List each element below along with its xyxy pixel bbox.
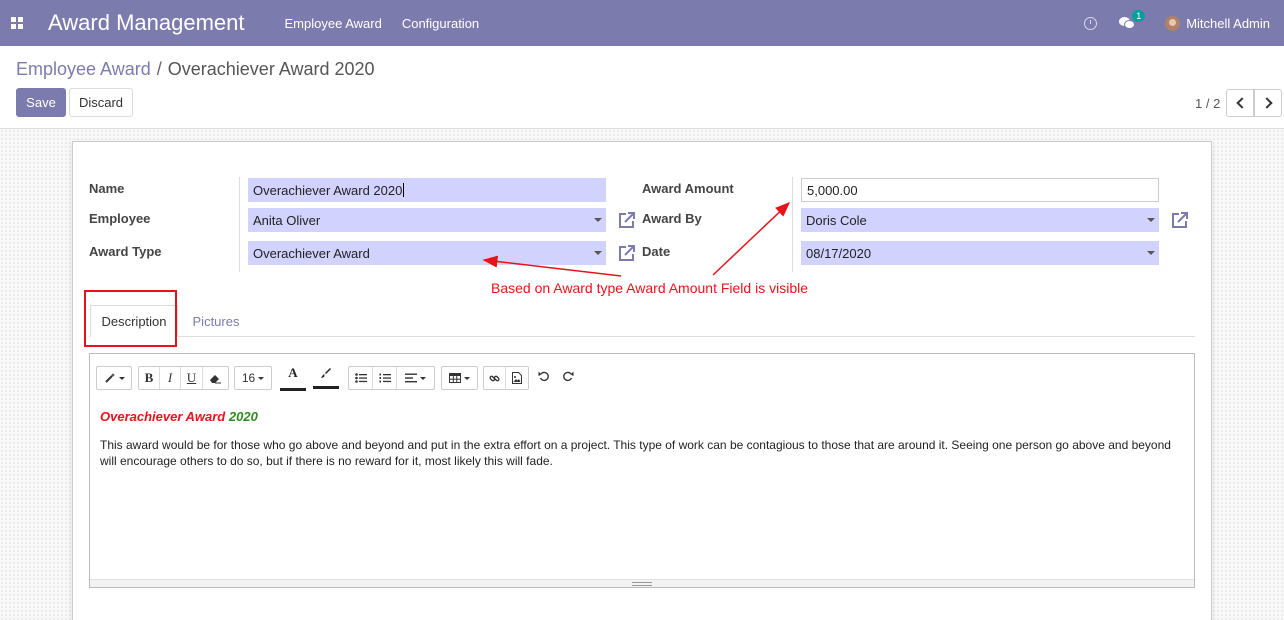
tab-pictures[interactable]: Pictures — [180, 305, 252, 337]
name-input[interactable]: Overachiever Award 2020 — [248, 178, 606, 202]
caret-down-icon — [258, 376, 265, 380]
italic-button[interactable]: I — [160, 367, 181, 389]
label-separator — [792, 177, 793, 272]
award-by-label: Award By — [642, 211, 702, 226]
font-color-button[interactable]: A — [280, 362, 306, 394]
date-picker[interactable]: 08/17/2020 — [801, 241, 1159, 265]
highlight-box — [84, 290, 177, 347]
award-by-select[interactable]: Doris Cole — [801, 208, 1159, 232]
discard-button[interactable]: Discard — [69, 88, 133, 117]
activity-clock-icon[interactable] — [1084, 16, 1098, 30]
link-icon — [489, 375, 500, 381]
font-style-group: B I U — [138, 366, 229, 390]
insert-link-button[interactable] — [484, 367, 506, 389]
caret-down-icon — [464, 376, 470, 380]
caret-down-icon — [118, 376, 125, 380]
app-brand: Award Management — [48, 10, 245, 35]
award-amount-value: 5,000.00 — [807, 182, 858, 198]
style-group — [96, 366, 132, 390]
font-size-value: 16 — [241, 371, 256, 385]
align-left-icon — [405, 373, 417, 383]
table-group — [441, 366, 478, 390]
annotation-note: Based on Award type Award Amount Field i… — [491, 280, 808, 296]
user-avatar[interactable] — [1165, 15, 1181, 31]
external-link-icon[interactable] — [617, 210, 637, 230]
external-link-icon[interactable] — [1170, 210, 1190, 230]
award-amount-label: Award Amount — [642, 181, 734, 196]
table-dropdown[interactable] — [442, 367, 477, 389]
save-button[interactable]: Save — [16, 88, 66, 117]
award-by-select-value: Doris Cole — [806, 212, 867, 228]
font-color-icon: A — [288, 365, 298, 380]
name-input-value: Overachiever Award 2020 — [253, 182, 403, 198]
editor-heading-text: Overachiever Award — [100, 409, 226, 424]
external-link-icon[interactable] — [617, 243, 637, 263]
date-label: Date — [642, 244, 671, 259]
top-navbar: Award Management Employee Award Configur… — [0, 0, 1284, 46]
award-type-label: Award Type — [89, 244, 162, 259]
table-icon — [449, 373, 461, 383]
undo-button[interactable] — [538, 370, 554, 386]
image-file-icon — [512, 372, 522, 384]
breadcrumb-separator: / — [156, 59, 162, 79]
menu-employee-award[interactable]: Employee Award — [285, 16, 382, 31]
pager-next-button[interactable] — [1254, 89, 1282, 117]
insert-image-button[interactable] — [506, 367, 528, 389]
caret-down-icon — [1147, 251, 1155, 255]
award-type-select-value: Overachiever Award — [253, 245, 370, 261]
list-ul-icon — [354, 373, 367, 383]
apps-menu-icon[interactable] — [2, 0, 32, 46]
label-separator — [239, 177, 240, 272]
chevron-left-icon — [1235, 97, 1248, 109]
name-label: Name — [89, 181, 125, 196]
paragraph-group — [348, 366, 435, 390]
numbered-list-button[interactable] — [373, 367, 397, 389]
insert-group — [483, 366, 529, 390]
caret-down-icon — [420, 376, 426, 380]
user-menu[interactable]: Mitchell Admin — [1186, 16, 1270, 31]
pager-value: 1 / 2 — [1195, 96, 1221, 111]
tabs-divider — [89, 336, 1195, 337]
caret-down-icon — [594, 251, 602, 255]
pager-previous-button[interactable] — [1226, 89, 1254, 117]
bold-button[interactable]: B — [139, 367, 160, 389]
text-cursor — [403, 183, 405, 197]
employee-select[interactable]: Anita Oliver — [248, 208, 606, 232]
chevron-right-icon — [1260, 97, 1273, 109]
description-editor[interactable]: B I U 16 A Overachiever Award 2020 This … — [89, 353, 1195, 588]
employee-select-value: Anita Oliver — [253, 212, 321, 228]
breadcrumb-current: Overachiever Award 2020 — [167, 59, 375, 79]
clear-format-button[interactable] — [203, 367, 228, 389]
breadcrumb: Employee Award / Overachiever Award 2020 — [16, 59, 375, 80]
award-amount-input[interactable]: 5,000.00 — [801, 178, 1159, 202]
caret-down-icon — [594, 218, 602, 222]
caret-down-icon — [1147, 218, 1155, 222]
editor-heading: Overachiever Award 2020 — [100, 409, 258, 424]
bullet-list-button[interactable] — [349, 367, 373, 389]
style-dropdown[interactable] — [97, 367, 131, 389]
date-value: 08/17/2020 — [806, 245, 872, 261]
align-dropdown[interactable] — [397, 367, 434, 389]
underline-button[interactable]: U — [181, 367, 203, 389]
breadcrumb-parent-link[interactable]: Employee Award — [16, 59, 151, 80]
chat-count-badge: 1 — [1132, 10, 1146, 22]
undo-icon — [538, 371, 549, 382]
font-size-dropdown[interactable]: 16 — [235, 367, 271, 389]
editor-resize-handle[interactable] — [90, 579, 1194, 587]
paint-brush-icon — [321, 368, 331, 378]
font-size-group: 16 — [234, 366, 272, 390]
eraser-icon — [210, 374, 221, 383]
employee-label: Employee — [89, 211, 151, 226]
menu-configuration[interactable]: Configuration — [402, 16, 479, 31]
redo-button[interactable] — [562, 370, 578, 386]
editor-paragraph: This award would be for those who go abo… — [100, 438, 1171, 468]
grip-icon — [632, 581, 652, 586]
award-type-select[interactable]: Overachiever Award — [248, 241, 606, 265]
messaging-chat-icon[interactable]: 1 — [1119, 10, 1146, 29]
background-color-button[interactable] — [313, 362, 339, 394]
redo-icon — [563, 371, 574, 382]
magic-wand-icon — [104, 373, 115, 383]
editor-heading-year: 2020 — [228, 409, 258, 424]
list-ol-icon — [379, 373, 391, 383]
